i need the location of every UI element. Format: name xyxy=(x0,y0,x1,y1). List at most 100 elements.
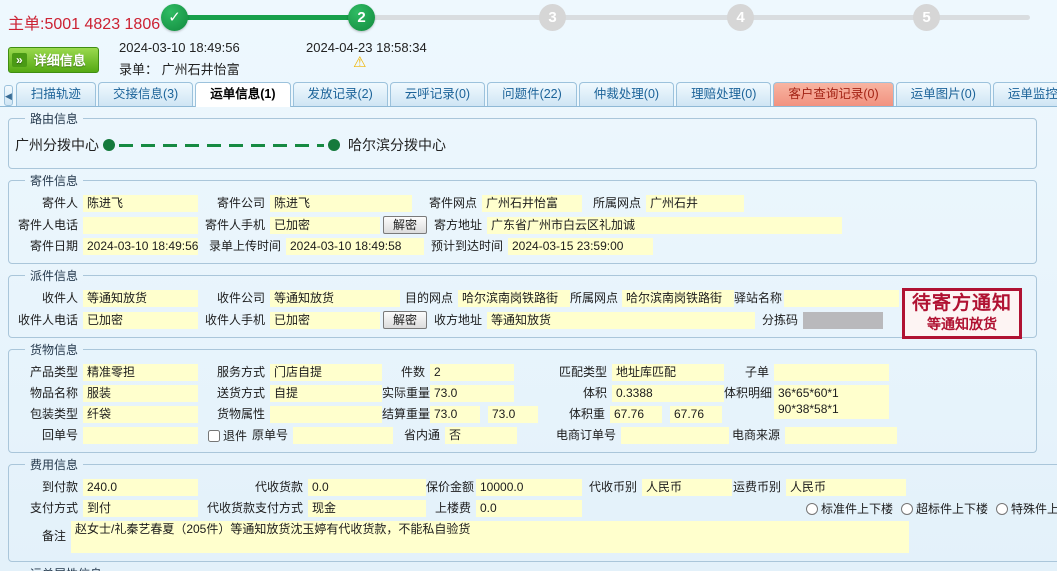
recipient-phone-field[interactable]: 已加密 xyxy=(83,312,198,329)
route-to-station: 哈尔滨分拨中心 xyxy=(348,135,446,155)
sender-address-field[interactable]: 广东省广州市白云区礼加诚 xyxy=(487,217,842,234)
goods-service-mode-field[interactable]: 门店自提 xyxy=(270,364,382,381)
fees-cod-currency-label: 代收币别 xyxy=(582,479,642,496)
section-route-info: 路由信息 广州分拨中心 哈尔滨分拨中心 xyxy=(8,110,1037,169)
tab-release-record[interactable]: 发放记录(2) xyxy=(293,82,388,106)
tab-claims[interactable]: 理赔处理(0) xyxy=(676,82,771,106)
fees-row-2: 支付方式 到付 代收货款支付方式 现金 上楼费 0.0 标准件上下楼 超标件上下… xyxy=(15,500,1057,517)
sender-mobile-field[interactable]: 已加密 xyxy=(270,217,380,234)
stepper-track-done xyxy=(175,15,362,20)
goods-return-checkbox-label: 退件 xyxy=(223,427,247,444)
goods-return-no-label: 回单号 xyxy=(15,427,83,444)
fees-radio-standard-label: 标准件上下楼 xyxy=(821,500,893,517)
goods-original-no-label: 原单号 xyxy=(247,427,293,444)
step-4-badge: 4 xyxy=(727,4,754,31)
goods-match-type-field[interactable]: 地址库匹配 xyxy=(612,364,724,381)
fees-floor-radio-group: 标准件上下楼 超标件上下楼 特殊件上下楼 xyxy=(806,500,1057,517)
sender-branch-field[interactable]: 广州石井怡富 xyxy=(482,195,582,212)
goods-product-type-field[interactable]: 精准零担 xyxy=(83,364,198,381)
step-1-entry-label: 录单： xyxy=(119,62,158,77)
fees-insured-field[interactable]: 10000.0 xyxy=(476,479,582,496)
waybill-detail-panel: 路由信息 广州分拨中心 哈尔滨分拨中心 寄件信息 寄件人 陈进飞 寄件公司 陈进… xyxy=(0,107,1057,571)
fees-radio-oversize[interactable] xyxy=(901,503,913,515)
sender-phone-field[interactable] xyxy=(83,217,198,234)
goods-volume-field[interactable]: 0.3388 xyxy=(612,385,724,402)
goods-item-name-field[interactable]: 服装 xyxy=(83,385,198,402)
section-route-title: 路由信息 xyxy=(25,110,83,127)
goods-intra-province-field[interactable]: 否 xyxy=(445,427,517,444)
goods-settle-weight-field-1[interactable]: 73.0 xyxy=(430,406,480,423)
sender-date-field[interactable]: 2024-03-10 18:49:56 xyxy=(83,238,198,255)
recipient-station-field[interactable] xyxy=(784,290,899,307)
sender-date-label: 寄件日期 xyxy=(15,238,83,255)
sender-person-field[interactable]: 陈进飞 xyxy=(83,195,198,212)
goods-return-checkbox[interactable] xyxy=(208,430,220,442)
fees-cod-goods-field[interactable]: 0.0 xyxy=(308,479,426,496)
goods-settle-weight-field-2[interactable]: 73.0 xyxy=(488,406,538,423)
goods-actual-weight-field[interactable]: 73.0 xyxy=(430,385,514,402)
goods-intra-province-label: 省内通 xyxy=(393,427,445,444)
tab-scan-track[interactable]: 扫描轨迹 xyxy=(16,82,96,106)
recipient-owner-branch-field[interactable]: 哈尔滨南岗铁路街 xyxy=(622,290,734,307)
goods-attr-field[interactable] xyxy=(270,406,382,423)
goods-return-no-field[interactable] xyxy=(83,427,198,444)
fees-radio-standard[interactable] xyxy=(806,503,818,515)
goods-volume-label: 体积 xyxy=(514,385,612,402)
step-1-entry-value: 广州石井怡富 xyxy=(162,62,240,77)
goods-volume-detail-field[interactable]: 36*65*60*190*38*58*1 xyxy=(774,385,889,419)
goods-sub-order-field[interactable] xyxy=(774,364,889,381)
tab-cloud-call-record[interactable]: 云呼记录(0) xyxy=(390,82,485,106)
goods-package-type-field[interactable]: 纤袋 xyxy=(83,406,198,423)
fees-radio-special[interactable] xyxy=(996,503,1008,515)
recipient-company-field[interactable]: 等通知放货 xyxy=(270,290,400,307)
tab-scroll-left-icon[interactable]: ◀ xyxy=(4,85,13,106)
goods-ecommerce-source-field[interactable] xyxy=(785,427,897,444)
tab-waybill-monitor[interactable]: 运单监控(1) xyxy=(993,82,1057,106)
sender-upload-time-field[interactable]: 2024-03-10 18:49:58 xyxy=(286,238,424,255)
sender-eta-label: 预计到达时间 xyxy=(424,238,508,255)
sender-company-field[interactable]: 陈进飞 xyxy=(270,195,412,212)
goods-volume-weight-field-1[interactable]: 67.76 xyxy=(610,406,662,423)
fees-pay-mode-field[interactable]: 到付 xyxy=(83,500,198,517)
recipient-decrypt-button[interactable]: 解密 xyxy=(383,311,427,329)
recipient-row-1: 收件人 等通知放货 收件公司 等通知放货 目的网点 哈尔滨南岗铁路街 所属网点 … xyxy=(15,290,1030,307)
goods-delivery-mode-field[interactable]: 自提 xyxy=(270,385,382,402)
recipient-mobile-field[interactable]: 已加密 xyxy=(270,312,380,329)
fees-freight-currency-field[interactable]: 人民币 xyxy=(786,479,906,496)
recipient-dest-branch-field[interactable]: 哈尔滨南岗铁路街 xyxy=(458,290,570,307)
goods-original-no-field[interactable] xyxy=(293,427,393,444)
fees-cod-freight-field[interactable]: 240.0 xyxy=(83,479,198,496)
fees-pay-mode-label: 支付方式 xyxy=(15,500,83,517)
sender-mobile-label: 寄件人手机 xyxy=(198,217,270,234)
fees-insured-label: 保价金额 xyxy=(426,479,476,496)
sender-decrypt-button[interactable]: 解密 xyxy=(383,216,427,234)
tab-handover-info[interactable]: 交接信息(3) xyxy=(98,82,193,106)
tab-waybill-images[interactable]: 运单图片(0) xyxy=(896,82,991,106)
main-order-value: 5001 4823 1806 xyxy=(44,16,160,33)
notify-stamp: 待寄方通知 等通知放货 xyxy=(902,288,1022,339)
fees-floor-fee-field[interactable]: 0.0 xyxy=(476,500,582,517)
fees-cod-pay-mode-field[interactable]: 现金 xyxy=(308,500,426,517)
fees-cod-currency-field[interactable]: 人民币 xyxy=(642,479,732,496)
recipient-person-field[interactable]: 等通知放货 xyxy=(83,290,198,307)
tab-waybill-info[interactable]: 运单信息(1) xyxy=(195,82,290,107)
step-5-badge: 5 xyxy=(913,4,940,31)
sender-owner-branch-field[interactable]: 广州石井 xyxy=(646,195,744,212)
goods-product-type-label: 产品类型 xyxy=(15,364,83,381)
sender-row-1: 寄件人 陈进飞 寄件公司 陈进飞 寄件网点 广州石井怡富 所属网点 广州石井 xyxy=(15,195,1030,212)
goods-volume-weight-field-2[interactable]: 67.76 xyxy=(670,406,722,423)
sender-owner-branch-label: 所属网点 xyxy=(582,195,646,212)
detail-info-button[interactable]: »详细信息 xyxy=(8,47,99,73)
goods-volume-detail-line2: 90*38*58*1 xyxy=(778,401,885,417)
recipient-address-field[interactable]: 等通知放货 xyxy=(487,312,755,329)
goods-pieces-field[interactable]: 2 xyxy=(430,364,514,381)
sender-eta-field[interactable]: 2024-03-15 23:59:00 xyxy=(508,238,653,255)
route-end-dot xyxy=(328,139,340,151)
recipient-row-2: 收件人电话 已加密 收件人手机 已加密 解密 收方地址 等通知放货 分拣码 xyxy=(15,311,1030,329)
goods-package-type-label: 包装类型 xyxy=(15,406,83,423)
tab-customer-query-record[interactable]: 客户查询记录(0) xyxy=(773,82,893,106)
goods-ecommerce-order-field[interactable] xyxy=(621,427,729,444)
tab-arbitration[interactable]: 仲裁处理(0) xyxy=(579,82,674,106)
tab-problem-items[interactable]: 问题件(22) xyxy=(487,82,577,106)
fees-remark-field[interactable]: 赵女士/礼秦艺春夏（205件）等通知放货沈玉婷有代收货款，不能私自验货 xyxy=(71,521,909,553)
